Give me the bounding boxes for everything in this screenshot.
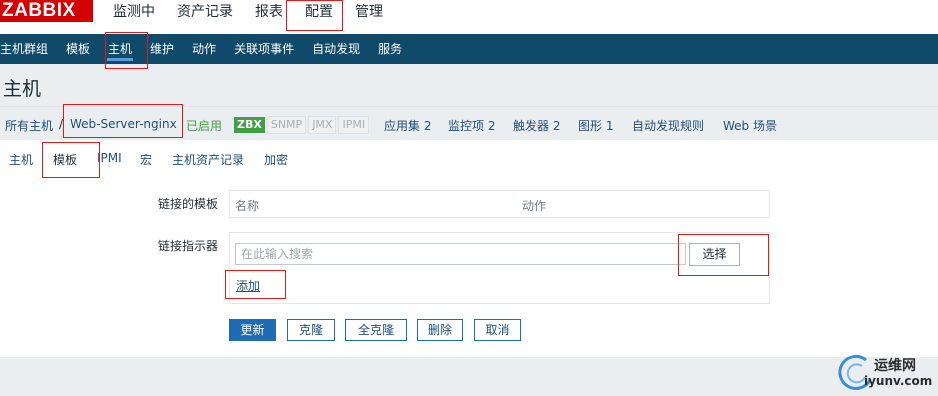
link-templates-box: 在此输入搜索 选择 添加 xyxy=(229,232,770,304)
submenu-actions[interactable]: 动作 xyxy=(183,34,225,64)
submenu-maintenance[interactable]: 维护 xyxy=(141,34,183,64)
zbx-badge: ZBX xyxy=(234,117,265,133)
ipmi-badge: IPMI xyxy=(338,116,370,134)
top-navigation: ZABBIX 监测中 资产记录 报表 配置 管理 xyxy=(0,0,938,34)
linked-templates-table: 名称 动作 xyxy=(229,190,770,218)
submenu-host-groups[interactable]: 主机群组 xyxy=(0,34,57,64)
menu-monitoring[interactable]: 监测中 xyxy=(113,0,155,26)
watermark-text-url: iyunv.com xyxy=(864,374,933,388)
watermark: 运维网 iyunv.com xyxy=(836,347,938,396)
menu-configuration[interactable]: 配置 xyxy=(305,0,333,26)
column-name-header: 名称 xyxy=(235,199,260,213)
templates-form: 链接的模板 名称 动作 链接指示器 在此输入搜索 选择 添加 更新 克隆 全克隆… xyxy=(0,175,938,357)
tab-encryption[interactable]: 加密 xyxy=(264,151,288,168)
tab-templates[interactable]: 模板 xyxy=(43,151,89,179)
snmp-badge: SNMP xyxy=(266,116,307,134)
watermark-text-cn: 运维网 xyxy=(874,358,916,374)
submenu-hosts[interactable]: 主机 xyxy=(99,34,141,64)
submenu-correlation[interactable]: 关联项事件 xyxy=(225,34,303,64)
tab-macros[interactable]: 宏 xyxy=(140,151,152,168)
breadcrumb-host[interactable]: Web-Server-nginx xyxy=(70,117,177,131)
link-applications[interactable]: 应用集 2 xyxy=(384,119,431,133)
breadcrumb-separator: / xyxy=(59,117,64,131)
link-discovery-rules[interactable]: 自动发现规则 xyxy=(632,119,704,133)
zabbix-logo[interactable]: ZABBIX xyxy=(0,0,93,22)
add-link[interactable]: 添加 xyxy=(236,277,260,294)
column-action-header: 动作 xyxy=(522,199,547,213)
breadcrumb-all-hosts[interactable]: 所有主机 xyxy=(5,119,53,133)
host-tabs: 主机 模板 IPMI 宏 主机资产记录 加密 xyxy=(0,140,938,179)
menu-administration[interactable]: 管理 xyxy=(355,0,383,26)
delete-button[interactable]: 删除 xyxy=(417,319,463,341)
link-graphs[interactable]: 图形 1 xyxy=(578,119,613,133)
link-items[interactable]: 监控项 2 xyxy=(448,119,495,133)
select-button[interactable]: 选择 xyxy=(689,243,740,266)
tab-inventory[interactable]: 主机资产记录 xyxy=(172,151,244,168)
breadcrumb: 所有主机 / Web-Server-nginx 已启用 ZBX SNMP JMX IP… xyxy=(0,106,938,141)
sub-navigation: 主机群组 模板 主机 维护 动作 关联项事件 自动发现 服务 xyxy=(0,34,938,64)
menu-reports[interactable]: 报表 xyxy=(255,0,283,26)
jmx-badge: JMX xyxy=(308,116,337,134)
submenu-templates[interactable]: 模板 xyxy=(57,34,99,64)
tab-ipmi[interactable]: IPMI xyxy=(97,151,122,165)
menu-inventory[interactable]: 资产记录 xyxy=(177,0,233,26)
full-clone-button[interactable]: 全克隆 xyxy=(345,319,407,341)
linked-templates-label: 链接的模板 xyxy=(157,197,218,211)
submenu-discovery[interactable]: 自动发现 xyxy=(303,34,369,64)
availability-pills: ZBX SNMP JMX IPMI xyxy=(234,116,371,134)
main-menu: 监测中 资产记录 报表 配置 管理 xyxy=(113,0,405,26)
page-header: 主机 xyxy=(0,64,938,106)
status-enabled[interactable]: 已启用 xyxy=(186,117,222,134)
link-triggers[interactable]: 触发器 2 xyxy=(513,119,560,133)
link-web-scenarios[interactable]: Web 场景 xyxy=(723,119,777,133)
template-search-input[interactable]: 在此输入搜索 xyxy=(235,243,686,265)
cancel-button[interactable]: 取消 xyxy=(474,319,521,341)
link-new-templates-label: 链接指示器 xyxy=(157,239,218,253)
submenu-services[interactable]: 服务 xyxy=(369,34,411,64)
update-button[interactable]: 更新 xyxy=(229,319,276,341)
page-title: 主机 xyxy=(3,78,42,100)
clone-button[interactable]: 克隆 xyxy=(287,319,335,341)
tab-host[interactable]: 主机 xyxy=(9,151,33,168)
